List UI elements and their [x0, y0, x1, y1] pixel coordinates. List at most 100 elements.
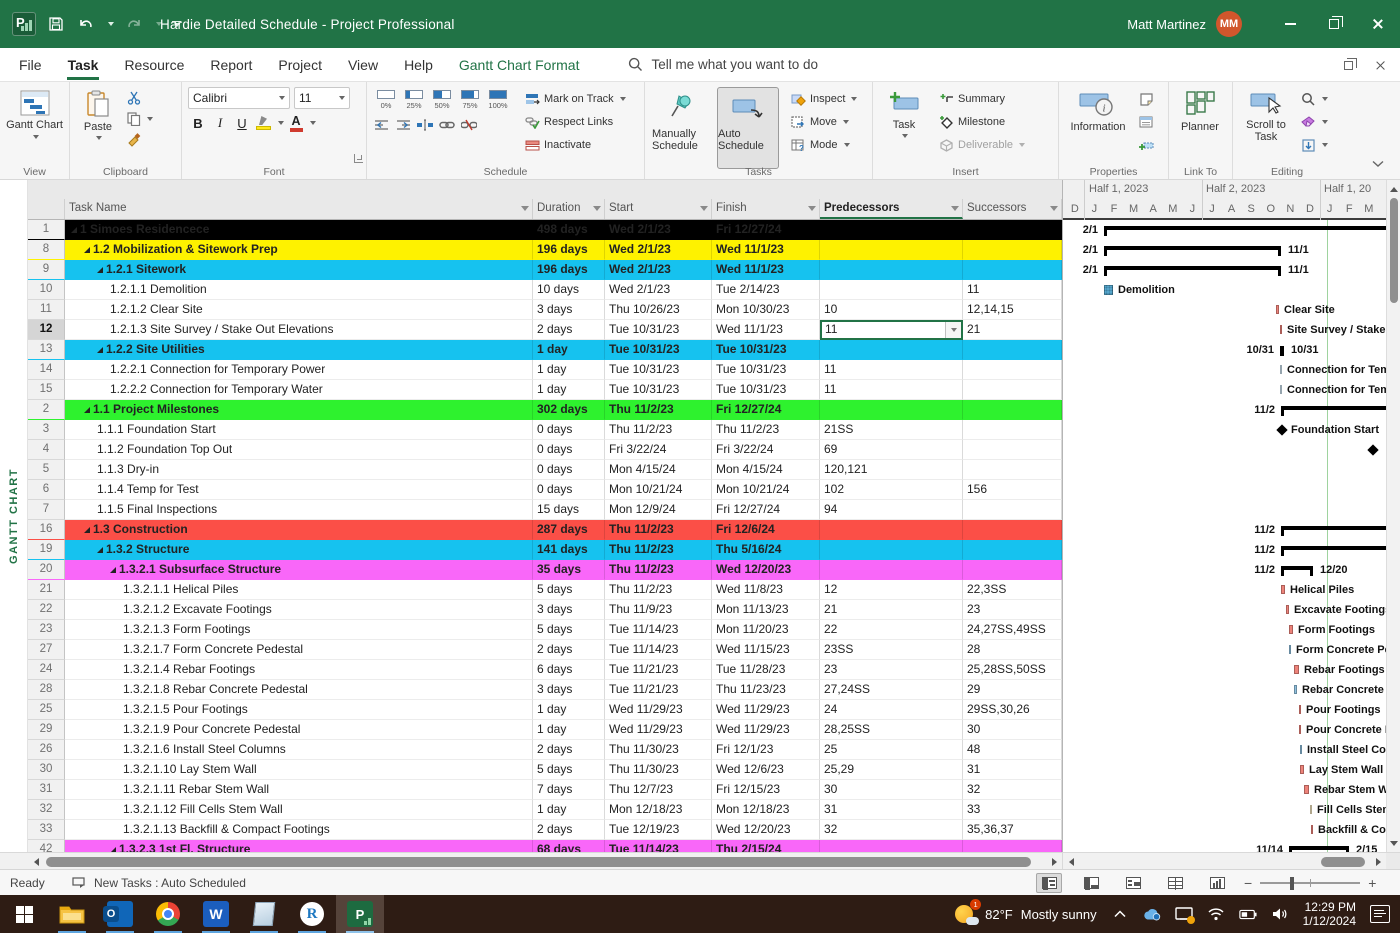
task-row[interactable]: 151.2.2.2 Connection for Temporary Water… — [28, 380, 1062, 400]
task-row[interactable]: 131.2.2 Site Utilities1 dayTue 10/31/23T… — [28, 340, 1062, 360]
predecessors-cell[interactable]: 11 — [820, 360, 963, 380]
start-cell[interactable]: Thu 11/2/23 — [605, 540, 712, 560]
scroll-up-icon[interactable] — [1387, 182, 1400, 196]
finish-cell[interactable]: Fri 3/22/24 — [712, 440, 820, 460]
predecessors-cell[interactable]: 21SS — [820, 420, 963, 440]
predecessors-cell[interactable] — [820, 260, 963, 280]
finish-cell[interactable]: Mon 10/30/23 — [712, 300, 820, 320]
task-row[interactable]: 331.3.2.1.13 Backfill & Compact Footings… — [28, 820, 1062, 840]
task-row[interactable]: 21.1 Project Milestones302 daysThu 11/2/… — [28, 400, 1062, 420]
notification-center-icon[interactable] — [1370, 905, 1390, 923]
task-row[interactable]: 261.3.2.1.6 Install Steel Columns2 daysT… — [28, 740, 1062, 760]
task-name-cell[interactable]: 1.3.2.1 Subsurface Structure — [65, 560, 533, 580]
font-color-dropdown-icon[interactable] — [310, 121, 316, 125]
split-task-icon[interactable] — [417, 117, 433, 133]
task-name-cell[interactable]: 1.3.2.1.3 Form Footings — [65, 620, 533, 640]
duration-cell[interactable]: 1 day — [533, 800, 605, 820]
finish-cell[interactable]: Wed 11/1/23 — [712, 240, 820, 260]
task-row[interactable]: 241.3.2.1.4 Rebar Footings6 daysTue 11/2… — [28, 660, 1062, 680]
mode-dropdown-icon[interactable] — [844, 143, 850, 147]
successors-cell[interactable]: 22,3SS — [963, 580, 1062, 600]
taskbar-outlook[interactable]: O — [96, 895, 144, 933]
planner-button[interactable]: Planner — [1175, 87, 1225, 163]
start-cell[interactable]: Mon 12/18/23 — [605, 800, 712, 820]
gantt-scroll-left-icon[interactable] — [1063, 853, 1079, 870]
gantt-task-bar[interactable] — [1300, 765, 1304, 774]
onedrive-icon[interactable] — [1143, 905, 1161, 923]
doc-close-icon[interactable] — [1375, 60, 1386, 71]
start-cell[interactable]: Tue 12/19/23 — [605, 820, 712, 840]
task-name-cell[interactable]: 1.2.2.1 Connection for Temporary Power — [65, 360, 533, 380]
gantt-task-bar[interactable] — [1294, 665, 1299, 674]
collapse-ribbon-icon[interactable] — [1372, 155, 1384, 173]
gantt-summary-bar[interactable] — [1281, 566, 1313, 570]
task-row[interactable]: 421.3.2.3 1st Fl. Structure68 daysTue 11… — [28, 840, 1062, 852]
start-cell[interactable]: Fri 3/22/24 — [605, 440, 712, 460]
gantt-summary-bar[interactable] — [1104, 246, 1281, 250]
row-number[interactable]: 22 — [28, 600, 65, 620]
indent-task-icon[interactable] — [395, 117, 411, 133]
start-cell[interactable]: Mon 4/15/24 — [605, 460, 712, 480]
duration-cell[interactable]: 1 day — [533, 700, 605, 720]
row-number[interactable]: 12 — [28, 320, 65, 340]
duration-cell[interactable]: 1 day — [533, 340, 605, 360]
menu-tab-project[interactable]: Project — [265, 48, 335, 82]
user-name[interactable]: Matt Martinez — [1127, 17, 1206, 32]
filter-dropdown-icon[interactable] — [700, 206, 708, 211]
predecessors-cell[interactable] — [820, 540, 963, 560]
redo-icon[interactable] — [124, 14, 144, 34]
taskbar-clock[interactable]: 12:29 PM 1/12/2024 — [1303, 900, 1356, 928]
task-name-cell[interactable]: 1.3.2.3 1st Fl. Structure — [65, 840, 533, 852]
link-tasks-icon[interactable] — [439, 117, 455, 133]
task-name-cell[interactable]: 1.2 Mobilization & Sitework Prep — [65, 240, 533, 260]
start-cell[interactable]: Tue 11/21/23 — [605, 660, 712, 680]
task-row[interactable]: 101.2.1.1 Demolition10 daysWed 2/1/23Tue… — [28, 280, 1062, 300]
task-name-cell[interactable]: 1.3.2.1.4 Rebar Footings — [65, 660, 533, 680]
find-button[interactable] — [1297, 89, 1331, 109]
task-row[interactable]: 91.2.1 Sitework196 daysWed 2/1/23Wed 11/… — [28, 260, 1062, 280]
task-name-cell[interactable]: 1.3.2 Structure — [65, 540, 533, 560]
minimize-button[interactable] — [1268, 0, 1312, 48]
task-name-cell[interactable]: 1.1.5 Final Inspections — [65, 500, 533, 520]
start-cell[interactable]: Wed 2/1/23 — [605, 220, 712, 240]
predecessors-cell[interactable] — [820, 400, 963, 420]
predecessors-cell[interactable]: 24 — [820, 700, 963, 720]
row-number[interactable]: 3 — [28, 420, 65, 440]
successors-cell[interactable] — [963, 420, 1062, 440]
task-row[interactable]: 11 Simoes Residencece498 daysWed 2/1/23F… — [28, 220, 1062, 240]
collapse-triangle-icon[interactable] — [84, 407, 90, 413]
duration-cell[interactable]: 1 day — [533, 720, 605, 740]
taskbar-word[interactable]: W — [192, 895, 240, 933]
start-cell[interactable]: Thu 11/2/23 — [605, 420, 712, 440]
clear-button[interactable] — [1297, 112, 1331, 132]
task-row[interactable]: 251.3.2.1.5 Pour Footings1 dayWed 11/29/… — [28, 700, 1062, 720]
collapse-triangle-icon[interactable] — [97, 347, 103, 353]
finish-cell[interactable]: Fri 12/6/24 — [712, 520, 820, 540]
task-row[interactable]: 201.3.2.1 Subsurface Structure35 daysThu… — [28, 560, 1062, 580]
gantt-summary-bar[interactable] — [1281, 526, 1387, 530]
duration-cell[interactable]: 3 days — [533, 300, 605, 320]
filter-dropdown-icon[interactable] — [1050, 206, 1058, 211]
successors-cell[interactable]: 30 — [963, 720, 1062, 740]
project-app-icon[interactable]: P — [12, 12, 36, 36]
start-cell[interactable]: Tue 10/31/23 — [605, 360, 712, 380]
row-number[interactable]: 11 — [28, 300, 65, 320]
successors-cell[interactable] — [963, 240, 1062, 260]
start-cell[interactable]: Mon 10/21/24 — [605, 480, 712, 500]
predecessors-cell[interactable]: 23SS — [820, 640, 963, 660]
gantt-task-bar[interactable] — [1276, 305, 1279, 314]
task-name-cell[interactable]: 1.1.1 Foundation Start — [65, 420, 533, 440]
gantt-summary-bar[interactable] — [1281, 406, 1387, 410]
duration-cell[interactable]: 0 days — [533, 460, 605, 480]
duration-cell[interactable]: 10 days — [533, 280, 605, 300]
task-name-cell[interactable]: 1.3.2.1.8 Rebar Concrete Pedestal — [65, 680, 533, 700]
start-cell[interactable]: Wed 2/1/23 — [605, 240, 712, 260]
finish-cell[interactable]: Fri 12/27/24 — [712, 500, 820, 520]
menu-tab-file[interactable]: File — [6, 48, 55, 82]
weather-widget[interactable]: 1 82°F Mostly sunny — [955, 903, 1096, 925]
gantt-task-bar[interactable] — [1300, 745, 1302, 754]
duration-cell[interactable]: 498 days — [533, 220, 605, 240]
task-name-cell[interactable]: 1.1.3 Dry-in — [65, 460, 533, 480]
duration-cell[interactable]: 196 days — [533, 260, 605, 280]
successors-cell[interactable]: 156 — [963, 480, 1062, 500]
